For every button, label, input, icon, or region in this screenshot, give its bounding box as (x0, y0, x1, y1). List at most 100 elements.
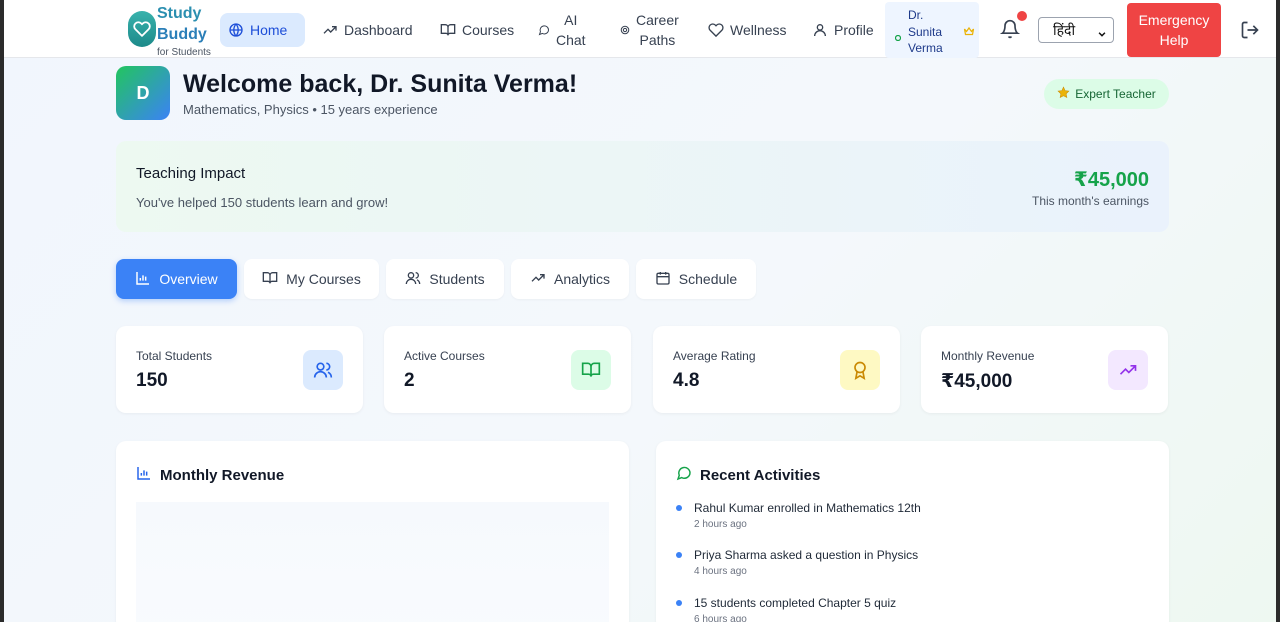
impact-title: Teaching Impact (136, 165, 246, 182)
page-subtitle: Mathematics, Physics • 15 years experien… (183, 102, 438, 117)
activity-time: 6 hours ago (694, 614, 747, 622)
stat-label: Monthly Revenue (941, 349, 1035, 363)
language-select[interactable]: हिंदी (1038, 17, 1114, 43)
stat-value: 4.8 (673, 370, 700, 391)
tab-schedule[interactable]: Schedule (636, 259, 756, 299)
message-circle-icon (538, 24, 550, 36)
heart-logo-icon (128, 11, 156, 47)
heart-icon (708, 22, 724, 38)
nav-profile[interactable]: Profile (804, 13, 882, 47)
users-icon (405, 270, 421, 289)
emergency-help-button[interactable]: Emergency Help (1127, 3, 1221, 57)
nav-career-paths-line-2: Paths (639, 32, 676, 48)
book-open-icon (440, 22, 456, 38)
tab-overview[interactable]: Overview (116, 259, 237, 299)
top-navbar: Study Buddy for Students Home Dashboard … (4, 0, 1276, 58)
tab-label: Analytics (553, 271, 611, 287)
nav-career-paths-line-1: Career (636, 12, 679, 28)
user-chip-name: Dr. Sunita Verma (908, 7, 943, 57)
stat-card-average-rating: Average Rating 4.8 (653, 326, 900, 413)
nav-ai-chat-line-1: AI (564, 12, 578, 28)
star-icon (1057, 86, 1070, 102)
recent-activities-panel: Recent Activities Rahul Kumar enrolled i… (656, 441, 1169, 622)
brand-line-1: Study (157, 5, 202, 22)
bullet-dot (676, 505, 682, 511)
tab-students[interactable]: Students (386, 259, 504, 299)
globe-icon (228, 22, 244, 38)
window-frame-left (0, 0, 4, 622)
crown-icon (963, 24, 975, 36)
user-chip-name-line: Dr. (908, 8, 924, 22)
stat-label: Average Rating (673, 349, 756, 363)
activity-text: Priya Sharma asked a question in Physics (694, 548, 919, 562)
tab-label: Overview (159, 271, 218, 287)
notifications-bell-icon[interactable] (999, 19, 1021, 39)
notification-dot (1017, 11, 1027, 21)
activity-text: 15 students completed Chapter 5 quiz (694, 596, 897, 610)
bar-chart-icon (135, 270, 151, 289)
nav-profile-label: Profile (834, 22, 874, 38)
bullet-dot (676, 600, 682, 606)
target-icon (620, 25, 630, 35)
trending-up-icon (322, 22, 338, 38)
nav-home-label: Home (250, 22, 288, 38)
expert-teacher-badge: Expert Teacher (1044, 79, 1169, 109)
brand-name[interactable]: Study Buddy (157, 3, 207, 45)
award-icon (840, 350, 880, 390)
impact-earnings-caption: This month's earnings (1031, 194, 1149, 208)
nav-ai-chat[interactable]: AI Chat (530, 10, 594, 50)
trending-up-icon (530, 270, 546, 289)
monthly-revenue-panel: Monthly Revenue (116, 441, 629, 622)
stat-card-total-students: Total Students 150 (116, 326, 363, 413)
brand-subtitle: for Students (157, 47, 211, 58)
stat-card-monthly-revenue: Monthly Revenue ₹45,000 (921, 326, 1168, 413)
list-item: Rahul Kumar enrolled in Mathematics 12th… (676, 500, 921, 530)
user-icon (812, 22, 828, 38)
logout-icon[interactable] (1240, 20, 1260, 40)
panel-title: Monthly Revenue (136, 465, 284, 485)
bar-chart-icon (136, 465, 152, 485)
message-circle-icon (676, 465, 692, 485)
tab-label: Students (429, 271, 485, 287)
panel-title: Recent Activities (676, 465, 820, 485)
nav-courses-label: Courses (462, 22, 515, 38)
nav-ai-chat-line-2: Chat (556, 32, 586, 48)
stat-label: Active Courses (404, 349, 485, 363)
avatar: D (116, 66, 170, 120)
nav-career-paths[interactable]: Career Paths (612, 10, 687, 50)
language-selected-value: हिंदी (1053, 21, 1076, 38)
tab-my-courses[interactable]: My Courses (244, 259, 379, 299)
users-icon (303, 350, 343, 390)
tab-label: My Courses (286, 271, 361, 287)
activity-time: 2 hours ago (694, 519, 747, 530)
user-menu-chip[interactable]: Dr. Sunita Verma (885, 2, 979, 58)
tab-label: Schedule (678, 271, 738, 287)
emergency-line-1: Emergency (1138, 12, 1210, 28)
panel-title-label: Monthly Revenue (160, 466, 285, 484)
brand-line-2: Buddy (157, 26, 207, 43)
trending-up-icon (1108, 350, 1148, 390)
panel-title-label: Recent Activities (700, 466, 821, 484)
emergency-line-2: Help (1159, 32, 1189, 48)
online-status-icon (894, 28, 902, 42)
stat-value: ₹45,000 (941, 371, 1013, 392)
teaching-impact-card: Teaching Impact You've helped 150 studen… (116, 141, 1169, 232)
impact-subtitle: You've helped 150 students learn and gro… (136, 195, 389, 210)
activity-text: Rahul Kumar enrolled in Mathematics 12th (694, 501, 921, 515)
nav-wellness[interactable]: Wellness (700, 13, 795, 47)
window-frame-right (1276, 0, 1280, 622)
stat-value: 150 (136, 370, 168, 391)
activity-time: 4 hours ago (694, 566, 747, 577)
tab-analytics[interactable]: Analytics (511, 259, 629, 299)
user-chip-name-line: Verma (908, 41, 943, 55)
stat-card-active-courses: Active Courses 2 (384, 326, 631, 413)
user-chip-name-line: Sunita (908, 24, 943, 39)
impact-earnings-amount: ₹45,000 (1073, 169, 1149, 191)
nav-dashboard[interactable]: Dashboard (314, 13, 421, 47)
page-title: Welcome back, Dr. Sunita Verma! (183, 70, 578, 98)
book-open-icon (571, 350, 611, 390)
nav-home[interactable]: Home (220, 13, 305, 47)
nav-dashboard-label: Dashboard (344, 22, 413, 38)
nav-wellness-label: Wellness (730, 22, 787, 38)
nav-courses[interactable]: Courses (432, 13, 522, 47)
